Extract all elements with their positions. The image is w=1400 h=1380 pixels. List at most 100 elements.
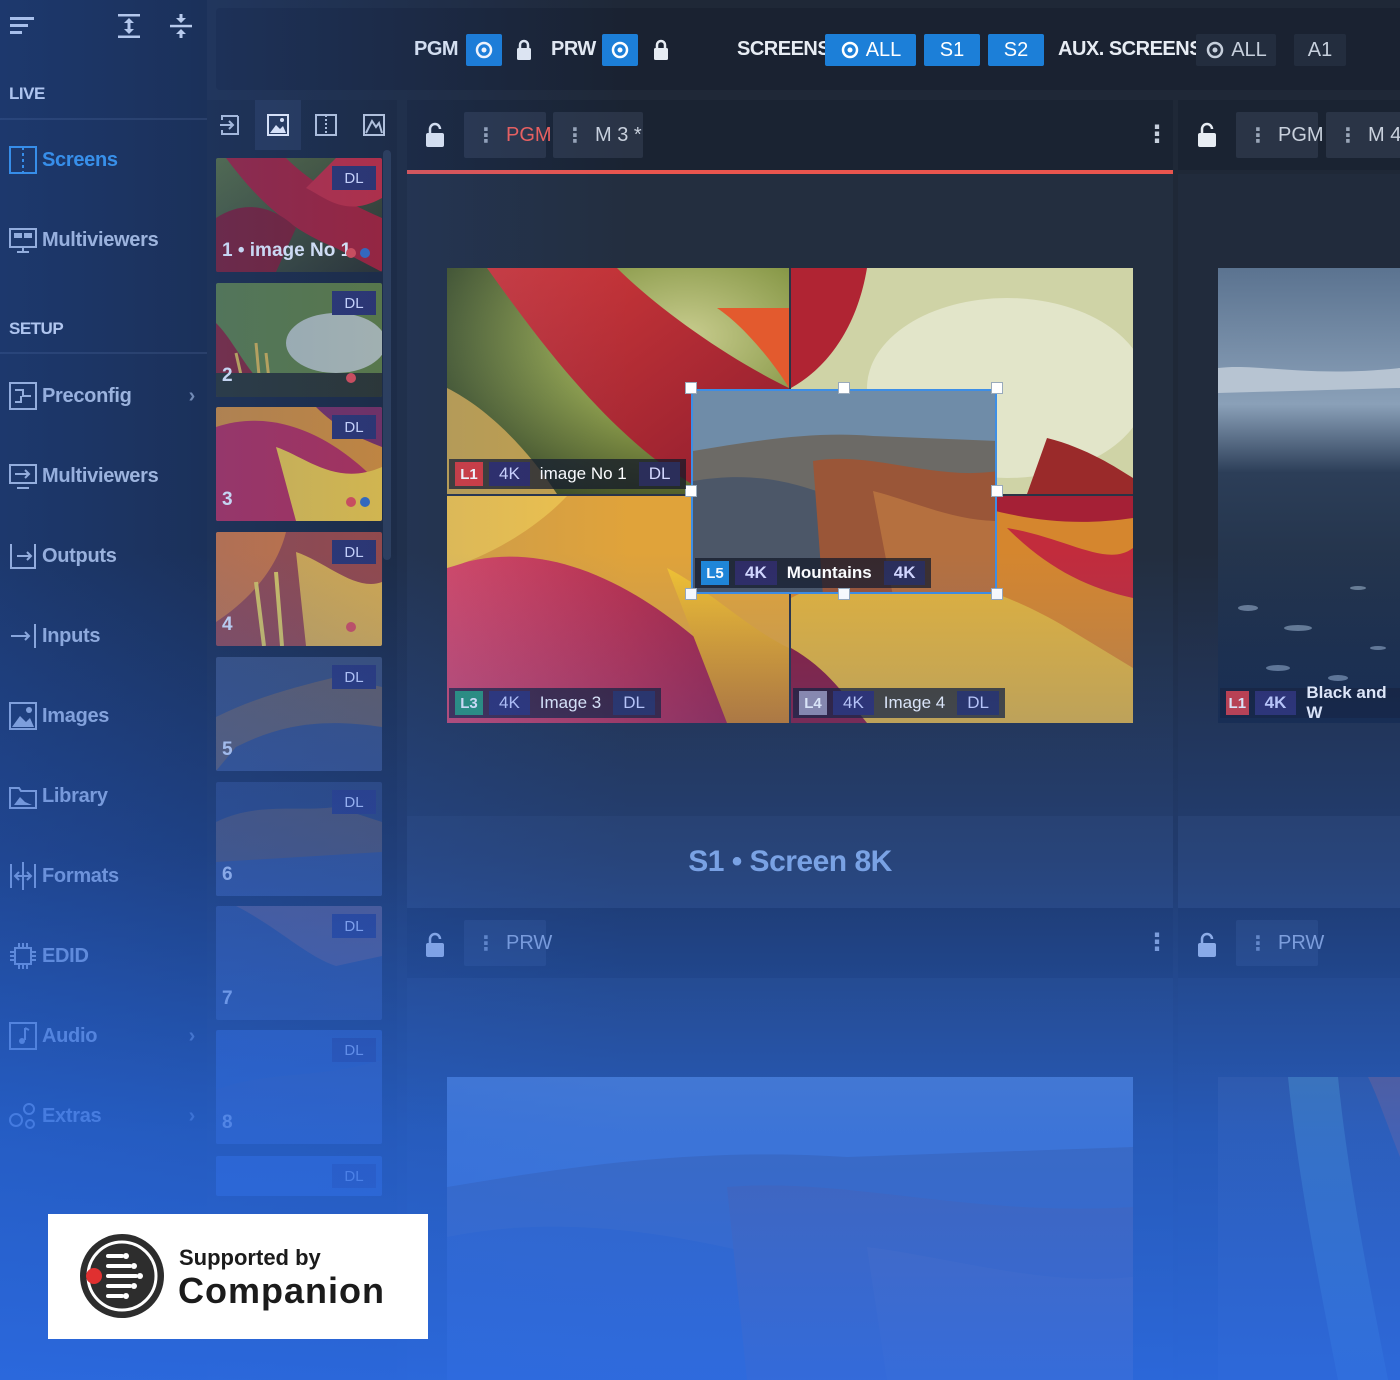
sidebar-item-edid[interactable]: EDID bbox=[0, 936, 207, 976]
layer-id: L4 bbox=[799, 691, 827, 715]
aux-a1-button[interactable]: A1 bbox=[1294, 34, 1346, 66]
prw-tag[interactable]: ⋮ PRW bbox=[1236, 920, 1324, 966]
sidebar-item-formats[interactable]: Formats bbox=[0, 856, 207, 896]
resolution-badge: 4K bbox=[489, 462, 530, 486]
resize-handle[interactable] bbox=[685, 588, 697, 600]
prw-tag[interactable]: ⋮ PRW bbox=[464, 920, 552, 966]
tab-inputs[interactable] bbox=[207, 100, 253, 150]
screen-s2-button[interactable]: S2 bbox=[988, 34, 1044, 66]
status-dot bbox=[346, 497, 356, 507]
thumbnail-item[interactable]: DL bbox=[216, 1156, 382, 1196]
resize-handle[interactable] bbox=[838, 382, 850, 394]
resize-handle[interactable] bbox=[685, 382, 697, 394]
layer-name: Black and W bbox=[1306, 683, 1387, 722]
sidebar-item-label: Preconfig bbox=[42, 384, 132, 407]
resize-handle[interactable] bbox=[685, 485, 697, 497]
thumbnail-item[interactable]: DL 5 bbox=[216, 657, 382, 771]
drag-handle-icon: ⋮ bbox=[476, 124, 496, 147]
resolution-badge: 4K bbox=[735, 561, 777, 585]
multiviewer-output-icon bbox=[7, 460, 39, 492]
dl-badge: DL bbox=[332, 665, 376, 689]
layer-tag-l1-right[interactable]: L1 4K Black and W bbox=[1220, 683, 1400, 722]
resolution-badge: 4K bbox=[833, 691, 874, 715]
layer-tag-l3[interactable]: L3 4K Image 3 DL bbox=[449, 688, 661, 718]
pgm-tag[interactable]: ⋮ PGM bbox=[464, 112, 552, 158]
thumbnail-label: 1 • image No 1 bbox=[222, 240, 352, 261]
unlock-icon[interactable] bbox=[1196, 932, 1218, 958]
split-screen-icon bbox=[314, 113, 338, 137]
pgm-tag[interactable]: ⋮ PGM bbox=[1236, 112, 1324, 158]
resize-handle[interactable] bbox=[991, 588, 1003, 600]
screen-s1-button[interactable]: S1 bbox=[924, 34, 980, 66]
thumbnail-scrollbar[interactable] bbox=[383, 150, 391, 560]
status-dot bbox=[346, 248, 356, 258]
prw-lock-icon[interactable] bbox=[649, 38, 673, 62]
thumbnail-item[interactable]: DL 8 bbox=[216, 1030, 382, 1144]
dl-badge: DL bbox=[332, 790, 376, 814]
thumbnail-item[interactable]: DL 7 bbox=[216, 906, 382, 1020]
preset-tag[interactable]: ⋮ M 3 * bbox=[553, 112, 643, 158]
thumbnail-item[interactable]: DL 4 bbox=[216, 532, 382, 646]
prw-visibility-button[interactable] bbox=[602, 34, 638, 66]
layer-name: image No 1 bbox=[539, 464, 627, 483]
sidebar-item-audio[interactable]: Audio › bbox=[0, 1016, 207, 1056]
pgm-tag-label: PGM bbox=[1278, 123, 1324, 146]
screens-all-button[interactable]: ALL bbox=[825, 34, 916, 66]
live-section-title: LIVE bbox=[9, 84, 45, 103]
tab-layouts[interactable] bbox=[303, 100, 349, 150]
images-icon bbox=[7, 700, 39, 732]
thumbnail-item[interactable]: DL 2 bbox=[216, 283, 382, 397]
pgm-tag-label: PGM bbox=[506, 123, 552, 146]
sidebar-item-preconfig[interactable]: Preconfig › bbox=[0, 376, 207, 416]
prw-label: PRW bbox=[551, 37, 596, 60]
layer-id: L3 bbox=[455, 691, 483, 715]
thumbnail-item[interactable]: DL 1 • image No 1 bbox=[216, 158, 382, 272]
tab-images[interactable] bbox=[255, 100, 301, 150]
sidebar-item-outputs[interactable]: Outputs bbox=[0, 536, 207, 576]
collapse-all-icon[interactable] bbox=[167, 12, 195, 40]
resize-handle[interactable] bbox=[991, 485, 1003, 497]
sidebar-item-label: Screens bbox=[42, 148, 118, 171]
sidebar-item-label: Inputs bbox=[42, 624, 101, 647]
sidebar-item-images[interactable]: Images bbox=[0, 696, 207, 736]
more-options-icon[interactable]: ⋮ bbox=[1145, 120, 1169, 149]
layer-id: L1 bbox=[1226, 691, 1249, 715]
resize-handle[interactable] bbox=[991, 382, 1003, 394]
layer-tag-l4[interactable]: L4 4K Image 4 DL bbox=[793, 688, 1005, 718]
tab-library[interactable] bbox=[351, 100, 397, 150]
unlock-icon[interactable] bbox=[1196, 122, 1218, 148]
preset-tag[interactable]: ⋮ M 4 * bbox=[1326, 112, 1400, 158]
resize-handle[interactable] bbox=[838, 588, 850, 600]
menu-icon[interactable] bbox=[8, 12, 36, 40]
thumbnail-item[interactable]: DL 6 bbox=[216, 782, 382, 896]
status-dot bbox=[360, 248, 370, 258]
more-options-icon[interactable]: ⋮ bbox=[1145, 928, 1169, 957]
screen-title-bar: S1 • Screen 8K bbox=[407, 816, 1400, 908]
sidebar-item-inputs[interactable]: Inputs bbox=[0, 616, 207, 656]
thumbnail-item[interactable]: DL 3 bbox=[216, 407, 382, 521]
sidebar-item-extras[interactable]: Extras › bbox=[0, 1096, 207, 1136]
sidebar-item-multiviewers-setup[interactable]: Multiviewers bbox=[0, 456, 207, 496]
thumbnail-label: 7 bbox=[222, 988, 233, 1009]
unlock-icon[interactable] bbox=[424, 122, 446, 148]
prw-image-2-art bbox=[1218, 1077, 1400, 1380]
status-dot bbox=[360, 497, 370, 507]
eye-icon bbox=[610, 40, 630, 60]
pgm-visibility-button[interactable] bbox=[466, 34, 502, 66]
sidebar-item-screens[interactable]: Screens bbox=[0, 140, 207, 180]
sidebar-item-multiviewers-live[interactable]: Multiviewers bbox=[0, 220, 207, 260]
layer-tag-l1[interactable]: L1 4K image No 1 DL bbox=[449, 459, 687, 489]
supported-by-text: Supported by bbox=[179, 1245, 321, 1270]
mountain-image-icon bbox=[362, 113, 386, 137]
unlock-icon[interactable] bbox=[424, 932, 446, 958]
dl-badge: DL bbox=[332, 1164, 376, 1188]
expand-all-icon[interactable] bbox=[115, 12, 143, 40]
drag-handle-icon: ⋮ bbox=[1338, 124, 1358, 147]
pgm-lock-icon[interactable] bbox=[512, 38, 536, 62]
layer-name: Image 4 bbox=[883, 693, 946, 712]
sidebar-item-library[interactable]: Library bbox=[0, 776, 207, 816]
layer-tag-l5[interactable]: L5 4K Mountains 4K bbox=[695, 558, 932, 588]
aux-all-button[interactable]: ALL bbox=[1196, 34, 1276, 66]
status-dot bbox=[346, 373, 356, 383]
divider bbox=[1173, 816, 1178, 908]
